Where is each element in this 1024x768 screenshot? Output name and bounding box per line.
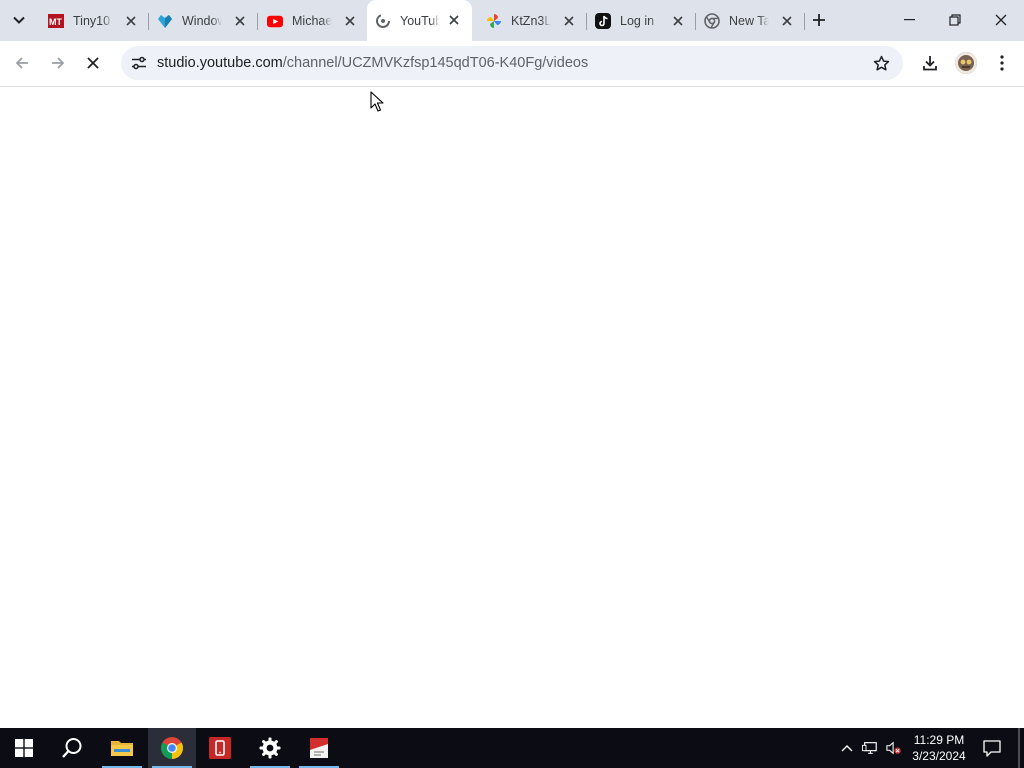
page-content <box>0 87 1024 728</box>
mouse-cursor-icon <box>370 91 384 112</box>
svg-text:MT: MT <box>49 17 62 27</box>
chevron-down-icon <box>13 16 25 24</box>
taskbar-file-explorer[interactable] <box>98 728 146 768</box>
chrome-icon <box>704 13 720 29</box>
tab-title: Michael <box>292 14 332 28</box>
tab-tiny10[interactable]: MT Tiny10 <box>40 6 149 36</box>
speech-bubble-icon <box>983 739 1001 757</box>
avatar[interactable] <box>955 52 977 74</box>
tab-title: KtZn3L <box>511 14 551 28</box>
taskbar-settings[interactable] <box>246 728 294 768</box>
browser-menu-button[interactable] <box>988 49 1016 77</box>
clock-date: 3/23/2024 <box>912 749 966 763</box>
restore-button[interactable] <box>932 0 978 40</box>
plus-icon <box>813 14 825 26</box>
url-host: studio.youtube.com <box>157 55 283 71</box>
close-icon[interactable] <box>446 12 462 28</box>
close-icon[interactable] <box>232 13 248 29</box>
arrow-left-icon <box>15 57 28 69</box>
taskbar-red-app[interactable] <box>196 728 244 768</box>
chrome-icon <box>161 737 183 759</box>
tab-divider <box>257 13 258 30</box>
minimize-icon <box>903 19 915 21</box>
youtube-icon <box>267 13 283 29</box>
search-icon <box>62 738 82 758</box>
taskbar: 11:29 PM 3/23/2024 <box>0 728 1024 768</box>
close-icon[interactable] <box>561 13 577 29</box>
folder-icon <box>111 741 133 756</box>
pinwheel-icon <box>486 13 502 29</box>
back-button[interactable] <box>8 49 36 77</box>
tab-windows[interactable]: Windows <box>149 6 258 36</box>
tab-title: Tiny10 <box>73 14 111 28</box>
tab-title: New Tab <box>729 14 769 28</box>
tab-youtube-studio[interactable]: YouTube <box>367 0 472 41</box>
tab-title: Log in <box>620 14 655 28</box>
minimize-button[interactable] <box>886 0 932 40</box>
gear-icon <box>259 737 281 759</box>
mt-logo-icon: MT <box>48 13 64 29</box>
close-icon[interactable] <box>670 13 686 29</box>
tab-search-button[interactable] <box>6 8 32 32</box>
tab-divider <box>804 13 805 30</box>
show-desktop-button[interactable] <box>1018 728 1020 768</box>
close-window-button[interactable] <box>978 0 1024 40</box>
tab-title: YouTube <box>400 13 440 28</box>
tab-strip: MT Tiny10 Windows Michael YouTube KtZ <box>0 0 1024 41</box>
tab-michael[interactable]: Michael <box>259 6 368 36</box>
url-path: /channel/UCZMVKzfsp145qdT06-K40Fg/videos <box>282 55 589 71</box>
close-icon[interactable] <box>123 13 139 29</box>
tiktok-icon <box>595 13 611 29</box>
start-button[interactable] <box>0 728 48 768</box>
windows-start-icon <box>15 739 33 757</box>
tab-new-tab[interactable]: New Tab <box>696 6 805 36</box>
browser-toolbar: studio.youtube.com/channel/UCZMVKzfsp145… <box>0 41 1024 87</box>
forward-button[interactable] <box>44 49 72 77</box>
clock-time: 11:29 PM <box>913 733 965 747</box>
close-icon <box>995 14 1007 26</box>
tab-login[interactable]: Log in <box>587 6 696 36</box>
restore-icon <box>949 14 961 26</box>
taskbar-search-button[interactable] <box>48 728 96 768</box>
windows-heart-icon <box>157 13 173 29</box>
site-info-icon[interactable] <box>129 53 149 73</box>
address-bar[interactable]: studio.youtube.com/channel/UCZMVKzfsp145… <box>121 46 903 80</box>
stop-loading-button[interactable] <box>79 49 107 77</box>
chevron-up-icon[interactable] <box>839 740 855 756</box>
document-app-icon <box>310 738 328 758</box>
network-icon[interactable] <box>862 740 878 756</box>
taskbar-clock[interactable]: 11:29 PM 3/23/2024 <box>898 732 980 764</box>
more-vertical-icon <box>1000 55 1004 71</box>
tab-ktzn3l[interactable]: KtZn3L <box>478 6 587 36</box>
taskbar-document-app[interactable] <box>295 728 343 768</box>
downloads-button[interactable] <box>916 49 944 77</box>
new-tab-button[interactable] <box>810 11 828 29</box>
notification-center-button[interactable] <box>980 736 1004 760</box>
close-icon[interactable] <box>779 13 795 29</box>
download-icon <box>923 56 937 71</box>
bookmark-star-icon[interactable] <box>871 53 891 73</box>
tab-title: Windows <box>182 14 222 28</box>
close-icon[interactable] <box>342 13 358 29</box>
url-text[interactable]: studio.youtube.com/channel/UCZMVKzfsp145… <box>157 55 588 71</box>
close-icon <box>87 57 99 69</box>
loading-spinner-icon <box>375 13 391 29</box>
arrow-right-icon <box>52 57 65 69</box>
taskbar-chrome[interactable] <box>148 728 196 768</box>
phone-app-icon <box>209 737 231 759</box>
